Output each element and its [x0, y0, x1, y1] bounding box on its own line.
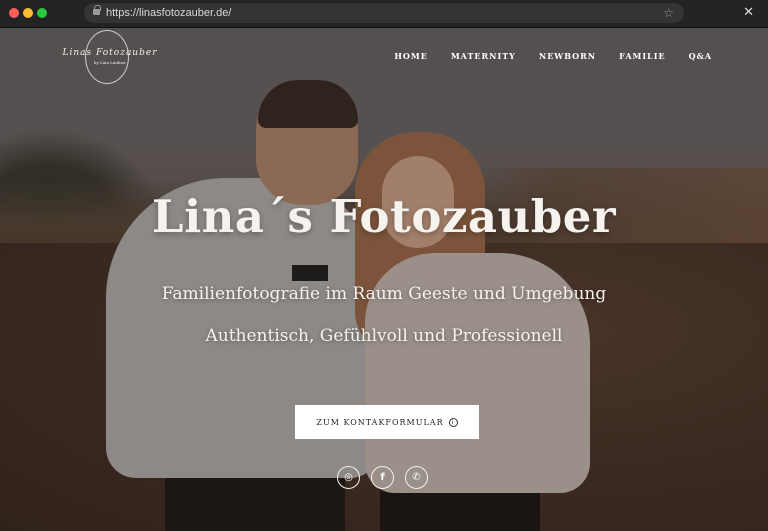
close-window-button[interactable] [9, 8, 19, 18]
logo-text: Linas Fotozauber [62, 48, 158, 58]
nav-item-qa[interactable]: Q&A [689, 51, 712, 61]
whatsapp-icon[interactable]: ✆ [405, 466, 428, 489]
photo-overlay [0, 28, 768, 531]
hero-subtitle: Familienfotografie im Raum Geeste und Um… [161, 284, 607, 304]
facebook-icon[interactable]: f [371, 466, 394, 489]
nav-item-home[interactable]: HOME [394, 51, 427, 61]
contact-form-button[interactable]: ZUM KONTAKFORMULAR i [295, 405, 479, 439]
main-navigation: HOME MATERNITY NEWBORN FAMILIE Q&A [394, 51, 712, 61]
close-icon[interactable]: ✕ [743, 5, 754, 20]
bookmark-star-icon[interactable]: ☆ [663, 3, 674, 23]
contact-form-button-label: ZUM KONTAKFORMULAR [316, 417, 444, 427]
social-links: ◎ f ✆ [337, 466, 428, 489]
minimize-window-button[interactable] [23, 8, 33, 18]
lock-icon [93, 5, 101, 15]
hero-section: Linas Fotozauber by Lina Lindner HOME MA… [0, 28, 768, 531]
logo-subtext: by Lina Lindner [93, 60, 127, 65]
info-icon: i [448, 417, 458, 427]
nav-item-maternity[interactable]: MATERNITY [451, 51, 516, 61]
url-text: https://linasfotozauber.de/ [106, 7, 232, 19]
maximize-window-button[interactable] [37, 8, 47, 18]
hero-tagline: Authentisch, Gefühlvoll und Professionel… [205, 326, 563, 346]
site-logo[interactable]: Linas Fotozauber by Lina Lindner [60, 28, 160, 88]
browser-chrome: https://linasfotozauber.de/ ☆ ✕ [0, 0, 768, 28]
nav-item-newborn[interactable]: NEWBORN [539, 51, 596, 61]
hero-title: Lina´s Fotozauber [151, 190, 617, 243]
instagram-icon[interactable]: ◎ [337, 466, 360, 489]
address-bar[interactable]: https://linasfotozauber.de/ ☆ [84, 3, 684, 23]
nav-item-familie[interactable]: FAMILIE [619, 51, 665, 61]
